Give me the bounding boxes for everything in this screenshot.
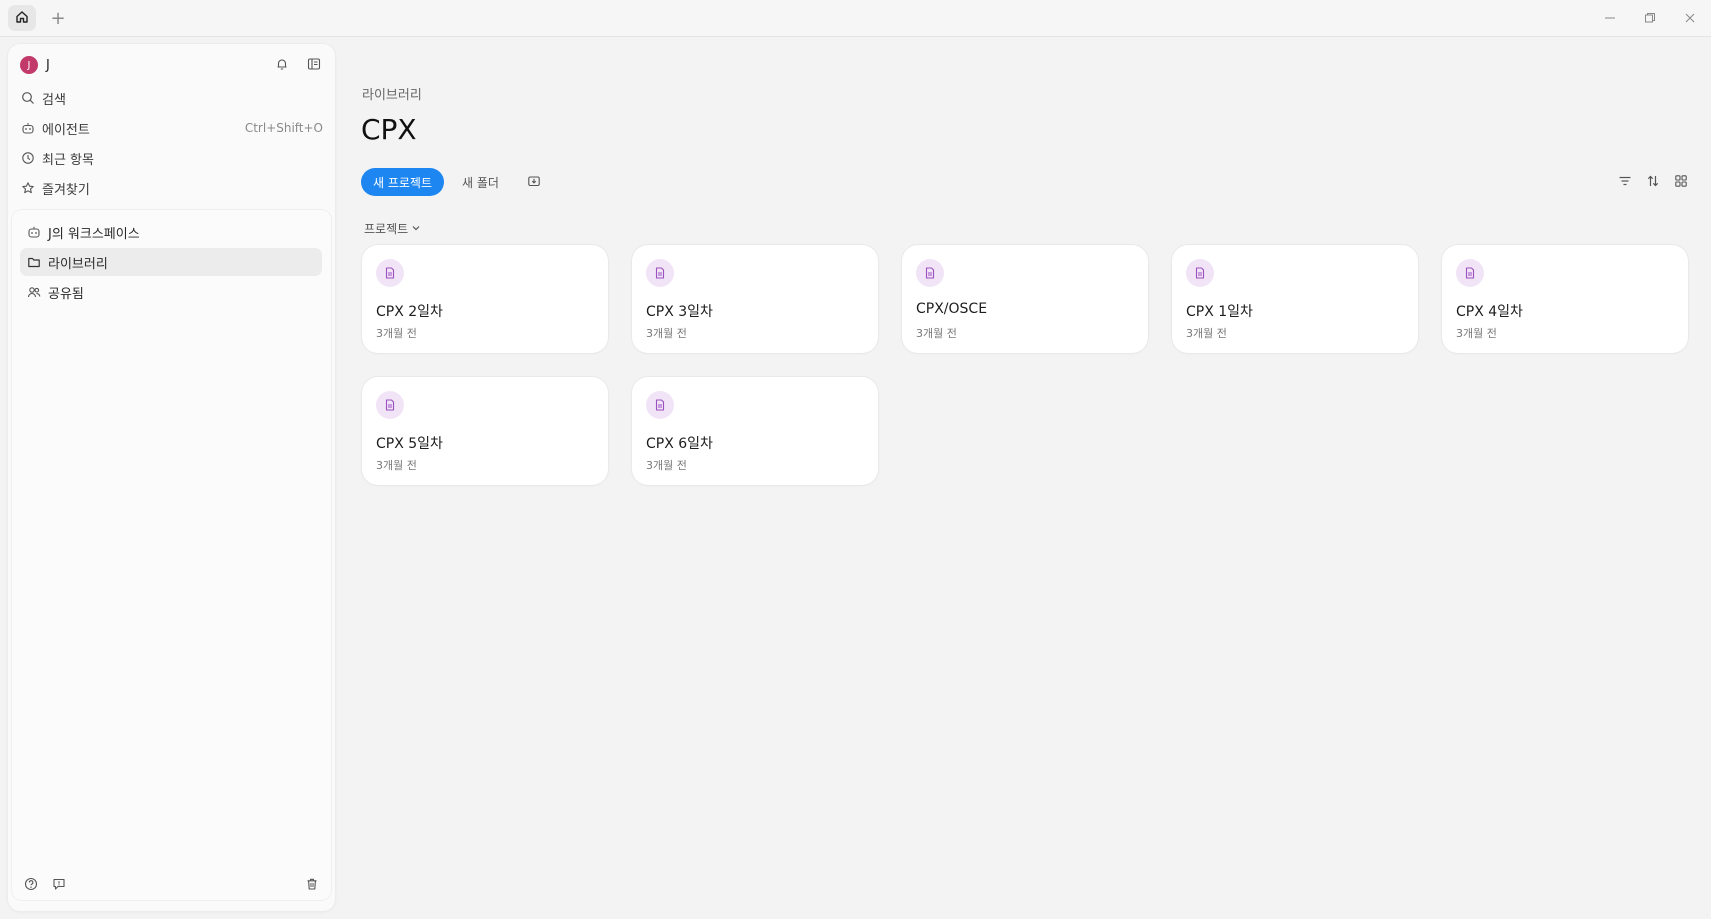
sort-icon (1646, 173, 1660, 192)
agent-icon (14, 121, 42, 135)
sidebar-item-shared[interactable]: 공유됨 (20, 278, 322, 306)
import-button[interactable] (522, 170, 546, 194)
project-card[interactable]: CPX 3일차 3개월 전 (632, 245, 878, 353)
search-icon (14, 91, 42, 105)
notifications-button[interactable] (271, 54, 293, 76)
sidebar-footer (20, 874, 323, 898)
sidebar-item-label: 공유됨 (48, 286, 84, 302)
project-title: CPX 5일차 (376, 436, 443, 452)
clock-icon (14, 151, 42, 165)
users-icon (20, 285, 48, 299)
project-time: 3개월 전 (1456, 327, 1497, 340)
project-card[interactable]: CPX 5일차 3개월 전 (362, 377, 608, 485)
project-title: CPX 2일차 (376, 304, 443, 320)
restore-button[interactable] (1633, 6, 1667, 30)
restore-icon (1644, 9, 1656, 28)
project-title: CPX 3일차 (646, 304, 713, 320)
sidebar-item-label: 라이브러리 (48, 256, 108, 272)
sidebar-item-label: 최근 항목 (42, 152, 94, 168)
project-card[interactable]: CPX 2일차 3개월 전 (362, 245, 608, 353)
home-icon (15, 9, 29, 28)
breadcrumb[interactable]: 라이브러리 (362, 84, 422, 103)
grid-icon (1674, 173, 1688, 192)
project-card[interactable]: CPX 6일차 3개월 전 (632, 377, 878, 485)
page-title: CPX (361, 113, 417, 146)
user-name: J (46, 57, 50, 73)
sidebar-item-label: 즐겨찾기 (42, 182, 90, 198)
sidebar-item-label: J의 워크스페이스 (48, 226, 140, 242)
sidebar-item-label: 검색 (42, 92, 66, 108)
project-title: CPX 4일차 (1456, 304, 1523, 320)
document-icon (646, 391, 674, 419)
filter-icon (1618, 173, 1632, 192)
import-icon (527, 173, 541, 192)
document-icon (376, 391, 404, 419)
sidebar-item-favorites[interactable]: 즐겨찾기 (14, 174, 329, 202)
avatar: J (20, 56, 38, 74)
new-tab-button[interactable]: + (46, 6, 70, 30)
project-card[interactable]: CPX/OSCE 3개월 전 (902, 245, 1148, 353)
document-icon (916, 259, 944, 287)
project-time: 3개월 전 (376, 459, 417, 472)
user-menu[interactable]: J J (20, 54, 50, 76)
sidebar: J J 검색 에이전트 Ctrl+Shift+O 최근 항목 즐겨찾기 J의 워… (8, 44, 335, 911)
project-time: 3개월 전 (916, 327, 957, 340)
feedback-button[interactable] (48, 874, 70, 896)
project-title: CPX 1일차 (1186, 304, 1253, 320)
workspace-panel: J의 워크스페이스 라이브러리 공유됨 (12, 210, 331, 900)
minimize-icon (1604, 9, 1616, 28)
project-time: 3개월 전 (646, 327, 687, 340)
trash-icon (305, 876, 319, 895)
sidebar-panel-icon (307, 56, 321, 75)
document-icon (1456, 259, 1484, 287)
workspace-icon (20, 225, 48, 239)
new-folder-button[interactable]: 새 폴더 (452, 168, 509, 196)
shortcut-hint: Ctrl+Shift+O (244, 121, 323, 135)
sidebar-item-search[interactable]: 검색 (14, 84, 329, 112)
title-bar: + (0, 0, 1711, 37)
sidebar-item-agent[interactable]: 에이전트 Ctrl+Shift+O (14, 114, 329, 142)
section-label: 프로젝트 (364, 222, 409, 236)
filter-button[interactable] (1613, 170, 1637, 194)
new-project-button[interactable]: 새 프로젝트 (361, 168, 445, 196)
trash-button[interactable] (301, 874, 323, 896)
sidebar-item-workspace[interactable]: J의 워크스페이스 (20, 218, 322, 246)
toggle-sidebar-button[interactable] (303, 54, 325, 76)
close-icon (1684, 9, 1696, 28)
document-icon (376, 259, 404, 287)
document-icon (1186, 259, 1214, 287)
chevron-down-icon (411, 222, 421, 236)
project-title: CPX 6일차 (646, 436, 713, 452)
project-card[interactable]: CPX 4일차 3개월 전 (1442, 245, 1688, 353)
sidebar-item-label: 에이전트 (42, 122, 90, 138)
project-time: 3개월 전 (376, 327, 417, 340)
sidebar-item-library[interactable]: 라이브러리 (20, 248, 322, 276)
project-card[interactable]: CPX 1일차 3개월 전 (1172, 245, 1418, 353)
bell-icon (275, 56, 289, 75)
feedback-icon (52, 876, 66, 895)
project-title: CPX/OSCE (916, 301, 988, 317)
grid-view-button[interactable] (1669, 170, 1693, 194)
folder-icon (20, 255, 48, 269)
close-button[interactable] (1673, 6, 1707, 30)
sidebar-item-recent[interactable]: 최근 항목 (14, 144, 329, 172)
help-icon (24, 876, 38, 895)
help-button[interactable] (20, 874, 42, 896)
project-time: 3개월 전 (1186, 327, 1227, 340)
project-time: 3개월 전 (646, 459, 687, 472)
document-icon (646, 259, 674, 287)
star-icon (14, 181, 42, 195)
home-tab[interactable] (8, 5, 36, 31)
minimize-button[interactable] (1593, 6, 1627, 30)
project-section-toggle[interactable]: 프로젝트 (364, 220, 421, 237)
sort-button[interactable] (1641, 170, 1665, 194)
